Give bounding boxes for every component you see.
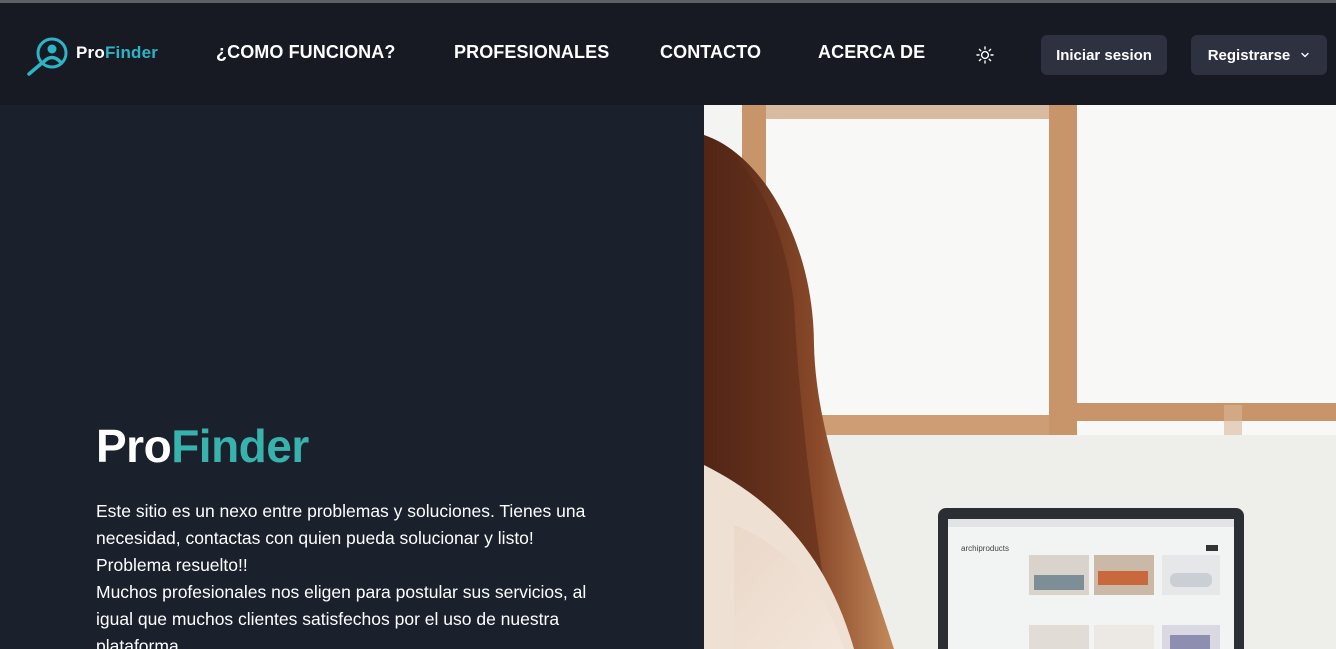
- logo-text: ProFinder: [76, 43, 158, 63]
- register-button-label: Registrarse: [1207, 46, 1291, 64]
- nav-link-profesionales[interactable]: PROFESIONALES: [454, 42, 609, 63]
- register-button[interactable]: Registrarse: [1191, 35, 1327, 75]
- hero-title: ProFinder: [96, 419, 309, 473]
- magnifier-user-icon: [27, 37, 68, 76]
- hero-description: Este sitio es un nexo entre problemas y …: [96, 498, 606, 649]
- hero-image: archiproducts: [704, 105, 1336, 649]
- chevron-down-icon: [1300, 47, 1310, 64]
- login-button[interactable]: Iniciar sesion: [1041, 35, 1167, 75]
- logo-text-finder: Finder: [104, 43, 159, 62]
- nav-link-acerca-de[interactable]: ACERCA DE: [818, 42, 925, 63]
- hero-photo: archiproducts: [704, 105, 1336, 649]
- hero-paragraph-1: Este sitio es un nexo entre problemas y …: [96, 501, 586, 575]
- logo-text-pro: Pro: [76, 43, 105, 62]
- laptop-screen-caption: archiproducts: [961, 544, 1009, 553]
- nav-link-contacto[interactable]: CONTACTO: [660, 42, 761, 63]
- nav-link-como-funciona[interactable]: ¿COMO FUNCIONA?: [216, 42, 395, 63]
- logo[interactable]: ProFinder: [26, 36, 166, 76]
- navbar: ProFinder ¿COMO FUNCIONA? PROFESIONALES …: [0, 3, 1336, 105]
- sun-icon: [976, 46, 994, 64]
- hero-title-finder: Finder: [171, 420, 309, 472]
- theme-toggle-button[interactable]: [970, 40, 1000, 70]
- hero-title-pro: Pro: [96, 420, 172, 472]
- login-button-label: Iniciar sesion: [1056, 46, 1152, 64]
- hero-paragraph-2: Muchos profesionales nos eligen para pos…: [96, 582, 587, 649]
